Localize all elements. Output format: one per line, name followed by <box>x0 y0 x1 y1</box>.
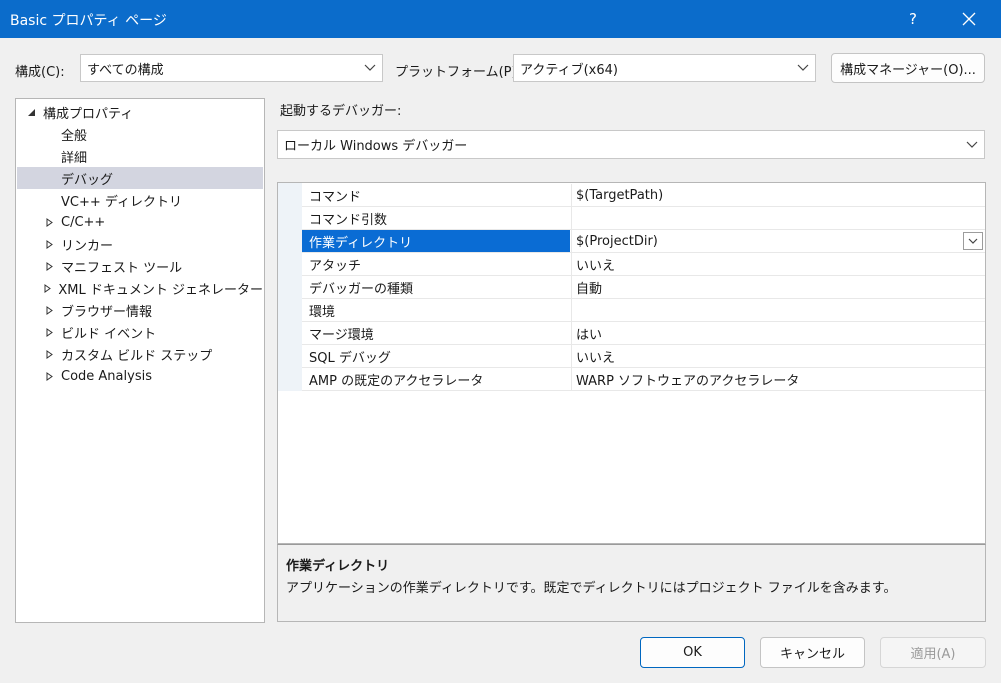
property-name: 環境 <box>309 304 336 320</box>
chevron-down-icon <box>966 141 978 148</box>
tree-item-xml-doc-generator[interactable]: XML ドキュメント ジェネレーター <box>17 277 263 299</box>
collapsed-arrow-icon[interactable] <box>43 216 55 228</box>
property-row[interactable]: アタッチ いいえ <box>302 253 985 276</box>
property-row[interactable]: マージ環境 はい <box>302 322 985 345</box>
property-name: デバッガーの種類 <box>309 281 414 297</box>
tree-item-label: C/C++ <box>61 214 106 230</box>
property-name: アタッチ <box>309 258 362 274</box>
tree-item-build-events[interactable]: ビルド イベント <box>17 321 263 343</box>
apply-button[interactable]: 適用(A) <box>880 637 986 668</box>
tree-item-debugging[interactable]: デバッグ <box>17 167 263 189</box>
tree-item-label: リンカー <box>61 238 114 254</box>
property-grid[interactable]: コマンド $(TargetPath) コマンド引数 作業ディレクトリ $(Pro… <box>277 182 986 544</box>
description-pane: 作業ディレクトリ アプリケーションの作業ディレクトリです。既定でディレクトリには… <box>277 544 986 622</box>
property-name: マージ環境 <box>309 327 374 343</box>
collapsed-arrow-icon[interactable] <box>43 260 55 272</box>
grid-gutter <box>278 183 302 391</box>
property-value[interactable]: はい <box>571 322 985 344</box>
tree-item-label: 全般 <box>61 128 88 144</box>
ok-button[interactable]: OK <box>640 637 745 668</box>
property-value[interactable] <box>571 207 985 229</box>
property-value-text: $(ProjectDir) <box>576 233 658 249</box>
tree-item-c-cpp[interactable]: C/C++ <box>17 211 263 233</box>
title-bar: Basic プロパティ ページ ? <box>0 0 1001 38</box>
property-tree[interactable]: 構成プロパティ 全般 詳細 デバッグ VC++ ディレクトリ C/C++ リンカ… <box>15 98 265 623</box>
description-title: 作業ディレクトリ <box>286 559 390 574</box>
tree-item-label: Code Analysis <box>61 368 152 384</box>
tree-item-label: XML ドキュメント ジェネレーター <box>58 282 263 298</box>
help-button[interactable]: ? <box>890 0 936 38</box>
property-name: コマンド引数 <box>309 212 388 228</box>
property-name: SQL デバッグ <box>309 350 391 366</box>
property-dropdown-button[interactable] <box>963 232 983 250</box>
close-button[interactable] <box>946 0 992 38</box>
tree-root-label: 構成プロパティ <box>43 106 134 122</box>
property-value[interactable]: WARP ソフトウェアのアクセラレータ <box>571 368 985 390</box>
property-row[interactable]: 環境 <box>302 299 985 322</box>
tree-item-general[interactable]: 全般 <box>17 123 263 145</box>
chevron-down-icon <box>797 64 809 71</box>
property-row[interactable]: SQL デバッグ いいえ <box>302 345 985 368</box>
collapsed-arrow-icon[interactable] <box>43 370 55 382</box>
property-value[interactable]: 自動 <box>571 276 985 298</box>
debugger-label: 起動するデバッガー: <box>280 104 402 119</box>
tree-item-label: VC++ ディレクトリ <box>61 194 182 210</box>
collapsed-arrow-icon[interactable] <box>43 282 52 294</box>
debugger-value: ローカル Windows デバッガー <box>284 139 468 154</box>
property-value[interactable] <box>571 299 985 321</box>
expanded-arrow-icon[interactable] <box>25 106 37 118</box>
tree-item-label: カスタム ビルド ステップ <box>61 348 213 364</box>
chevron-down-icon <box>364 64 376 71</box>
collapsed-arrow-icon[interactable] <box>43 238 55 250</box>
collapsed-arrow-icon[interactable] <box>43 304 55 316</box>
tree-item-label: デバッグ <box>61 172 114 188</box>
property-value[interactable]: $(TargetPath) <box>571 184 985 206</box>
property-value[interactable]: $(ProjectDir) <box>571 230 985 252</box>
property-row[interactable]: コマンド $(TargetPath) <box>302 184 985 207</box>
tree-item-browse-info[interactable]: ブラウザー情報 <box>17 299 263 321</box>
configuration-label: 構成(C): <box>15 65 65 80</box>
configuration-dropdown[interactable]: すべての構成 <box>80 54 383 82</box>
property-value[interactable]: いいえ <box>571 253 985 275</box>
debugger-dropdown[interactable]: ローカル Windows デバッガー <box>277 130 985 159</box>
property-row[interactable]: AMP の既定のアクセラレータ WARP ソフトウェアのアクセラレータ <box>302 368 985 391</box>
tree-item-code-analysis[interactable]: Code Analysis <box>17 365 263 387</box>
property-name: コマンド <box>309 189 362 205</box>
tree-item-label: マニフェスト ツール <box>61 260 183 276</box>
tree-item-vc-directories[interactable]: VC++ ディレクトリ <box>17 189 263 211</box>
platform-dropdown[interactable]: アクティブ(x64) <box>513 54 816 82</box>
property-row-selected[interactable]: 作業ディレクトリ $(ProjectDir) <box>302 230 985 253</box>
tree-item-label: 詳細 <box>61 150 88 166</box>
chevron-down-icon <box>968 238 978 244</box>
property-value[interactable]: いいえ <box>571 345 985 367</box>
platform-value: アクティブ(x64) <box>520 62 618 78</box>
close-icon <box>962 12 976 26</box>
description-text: アプリケーションの作業ディレクトリです。既定でディレクトリにはプロジェクト ファ… <box>286 581 897 596</box>
configuration-value: すべての構成 <box>87 62 164 78</box>
tree-root[interactable]: 構成プロパティ <box>17 101 263 123</box>
tree-item-label: ブラウザー情報 <box>61 304 153 320</box>
property-row[interactable]: デバッガーの種類 自動 <box>302 276 985 299</box>
collapsed-arrow-icon[interactable] <box>43 326 55 338</box>
cancel-button[interactable]: キャンセル <box>760 637 865 668</box>
configuration-manager-button[interactable]: 構成マネージャー(O)... <box>831 53 985 83</box>
tree-item-linker[interactable]: リンカー <box>17 233 263 255</box>
collapsed-arrow-icon[interactable] <box>43 348 55 360</box>
property-name: AMP の既定のアクセラレータ <box>309 373 484 389</box>
tree-item-label: ビルド イベント <box>61 326 157 342</box>
tree-item-manifest-tool[interactable]: マニフェスト ツール <box>17 255 263 277</box>
property-row[interactable]: コマンド引数 <box>302 207 985 230</box>
platform-label: プラットフォーム(P): <box>395 65 521 80</box>
window-title: Basic プロパティ ページ <box>10 13 167 29</box>
property-name: 作業ディレクトリ <box>302 230 570 252</box>
tree-item-custom-build-step[interactable]: カスタム ビルド ステップ <box>17 343 263 365</box>
tree-item-advanced[interactable]: 詳細 <box>17 145 263 167</box>
help-icon: ? <box>909 10 917 28</box>
